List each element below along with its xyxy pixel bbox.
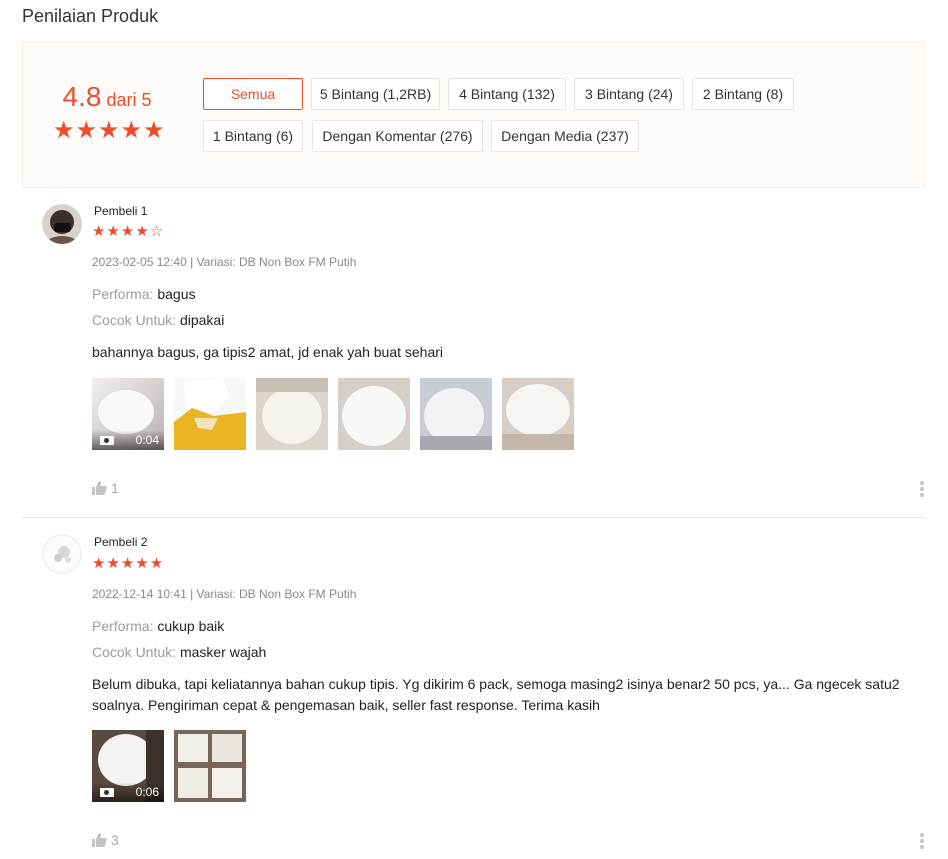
review-meta: 2023-02-05 12:40 | Variasi: DB Non Box F… (92, 255, 357, 269)
filter-with-media-button[interactable]: Dengan Media (237) (491, 120, 639, 152)
review-photo-thumbnail[interactable] (256, 378, 328, 450)
video-overlay: 0:06 (92, 782, 164, 802)
review-photo-thumbnail[interactable] (338, 378, 410, 450)
review-cocok-untuk: Cocok Untuk: dipakai (92, 312, 224, 328)
video-duration: 0:06 (135, 785, 159, 799)
rating-summary: 4.8 dari 5 ★★★★★ Semua 5 Bintang (1,2RB)… (22, 42, 925, 188)
cocok-label: Cocok Untuk: (92, 644, 180, 660)
reviewer-name: Pembeli 2 (94, 535, 148, 549)
review-comment: Belum dibuka, tapi keliatannya bahan cuk… (92, 676, 900, 713)
review-item: Pembeli 2 ★★★★★ 2022-12-14 10:41 | Varia… (22, 532, 925, 859)
review-photo-thumbnail[interactable] (420, 378, 492, 450)
rating-score: 4.8 (62, 81, 102, 112)
rating-stars: ★★★★★ (53, 117, 166, 144)
thumbs-up-icon (92, 481, 107, 495)
page-title: Penilaian Produk (22, 6, 159, 26)
video-camera-icon (100, 788, 114, 797)
more-options-icon[interactable] (919, 481, 925, 499)
filter-1-star-button[interactable]: 1 Bintang (6) (203, 120, 303, 152)
more-options-icon[interactable] (919, 833, 925, 851)
avatar[interactable] (42, 204, 82, 244)
review-video-thumbnail[interactable]: 0:06 (92, 730, 164, 802)
thumbs-up-icon (92, 833, 107, 847)
review-photo-thumbnail[interactable] (174, 378, 246, 450)
review-meta: 2022-12-14 10:41 | Variasi: DB Non Box F… (92, 587, 357, 601)
filter-3-star-button[interactable]: 3 Bintang (24) (574, 78, 684, 110)
review-performa: Performa: cukup baik (92, 618, 224, 634)
like-button[interactable]: 1 (92, 480, 119, 496)
overall-rating: 4.8 dari 5 ★★★★★ (53, 81, 166, 144)
performa-value: cukup baik (157, 618, 225, 634)
performa-value: bagus (157, 286, 196, 302)
like-count: 3 (111, 832, 119, 848)
filter-4-star-button[interactable]: 4 Bintang (132) (448, 78, 566, 110)
reviewer-name: Pembeli 1 (94, 204, 148, 218)
filter-2-star-button[interactable]: 2 Bintang (8) (692, 78, 794, 110)
performa-label: Performa: (92, 286, 158, 302)
video-duration: 0:04 (135, 433, 159, 447)
review-performa: Performa: bagus (92, 286, 196, 302)
review-stars: ★★★★★ (92, 555, 165, 572)
review-photo-thumbnail[interactable] (174, 730, 246, 802)
filter-with-comment-button[interactable]: Dengan Komentar (276) (312, 120, 483, 152)
performa-label: Performa: (92, 618, 158, 634)
cocok-label: Cocok Untuk: (92, 312, 180, 328)
like-button[interactable]: 3 (92, 832, 119, 848)
review-cocok-untuk: Cocok Untuk: masker wajah (92, 644, 266, 660)
review-item: Pembeli 1 ★★★★☆ 2023-02-05 12:40 | Varia… (22, 200, 925, 517)
like-count: 1 (111, 480, 119, 496)
review-video-thumbnail[interactable]: 0:04 (92, 378, 164, 450)
review-stars: ★★★★☆ (92, 223, 165, 240)
avatar[interactable] (42, 534, 82, 574)
video-overlay: 0:04 (92, 430, 164, 450)
review-comment: bahannya bagus, ga tipis2 amat, jd enak … (92, 344, 444, 360)
filter-5-star-button[interactable]: 5 Bintang (1,2RB) (311, 78, 440, 110)
cocok-value: masker wajah (179, 644, 267, 660)
filter-all-button[interactable]: Semua (203, 78, 303, 110)
video-camera-icon (100, 436, 114, 445)
rating-suffix: dari 5 (101, 90, 152, 110)
review-photo-thumbnail[interactable] (502, 378, 574, 450)
review-divider (22, 517, 925, 518)
cocok-value: dipakai (179, 312, 225, 328)
